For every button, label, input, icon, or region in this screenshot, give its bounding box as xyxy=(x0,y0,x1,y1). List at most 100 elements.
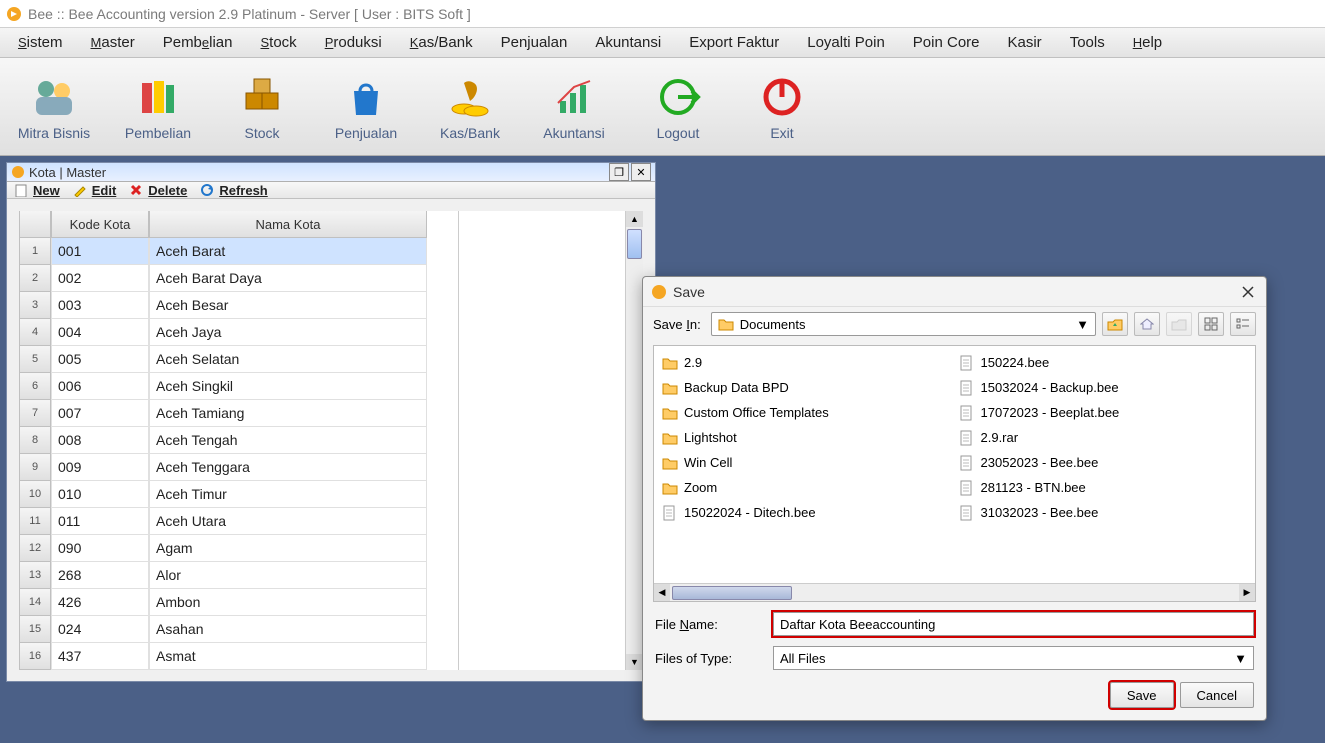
row-header[interactable]: 3 xyxy=(19,292,51,319)
cell-nama[interactable]: Aceh Singkil xyxy=(149,373,427,400)
cell-nama[interactable]: Agam xyxy=(149,535,427,562)
toolbar-exit[interactable]: Exit xyxy=(732,62,832,152)
new-button[interactable]: New xyxy=(13,182,60,198)
row-header[interactable]: 5 xyxy=(19,346,51,373)
toolbar-logout[interactable]: Logout xyxy=(628,62,728,152)
row-header[interactable]: 14 xyxy=(19,589,51,616)
cell-kode[interactable]: 004 xyxy=(51,319,149,346)
scroll-thumb[interactable] xyxy=(627,229,642,259)
col-kode[interactable]: Kode Kota xyxy=(51,211,149,238)
menu-poin-core[interactable]: Poin Core xyxy=(903,30,990,55)
cell-kode[interactable]: 008 xyxy=(51,427,149,454)
cell-nama[interactable]: Aceh Utara xyxy=(149,508,427,535)
cell-kode[interactable]: 437 xyxy=(51,643,149,670)
file-item[interactable]: 15032024 - Backup.bee xyxy=(955,375,1252,400)
save-in-combo[interactable]: Documents ▼ xyxy=(711,312,1096,336)
cell-nama[interactable]: Aceh Timur xyxy=(149,481,427,508)
file-item[interactable]: 31032023 - Bee.bee xyxy=(955,500,1252,525)
toolbar-penjualan[interactable]: Penjualan xyxy=(316,62,416,152)
new-folder-button[interactable] xyxy=(1166,312,1192,336)
row-header[interactable]: 7 xyxy=(19,400,51,427)
cell-kode[interactable]: 090 xyxy=(51,535,149,562)
row-header[interactable]: 6 xyxy=(19,373,51,400)
kota-scrollbar[interactable]: ▲ ▼ xyxy=(625,211,643,670)
row-header[interactable]: 1 xyxy=(19,238,51,265)
file-item[interactable]: 150224.bee xyxy=(955,350,1252,375)
toolbar-pembelian[interactable]: Pembelian xyxy=(108,62,208,152)
save-button[interactable]: Save xyxy=(1110,682,1174,708)
save-dialog-close[interactable] xyxy=(1238,282,1258,302)
file-item[interactable]: 17072023 - Beeplat.bee xyxy=(955,400,1252,425)
file-item[interactable]: 281123 - BTN.bee xyxy=(955,475,1252,500)
row-header[interactable]: 11 xyxy=(19,508,51,535)
row-header[interactable]: 2 xyxy=(19,265,51,292)
cell-kode[interactable]: 005 xyxy=(51,346,149,373)
toolbar-akuntansi[interactable]: Akuntansi xyxy=(524,62,624,152)
view-grid-button[interactable] xyxy=(1198,312,1224,336)
folder-item[interactable]: Lightshot xyxy=(658,425,955,450)
menu-penjualan[interactable]: Penjualan xyxy=(491,30,578,55)
row-header[interactable]: 10 xyxy=(19,481,51,508)
cell-nama[interactable]: Aceh Besar xyxy=(149,292,427,319)
view-list-button[interactable] xyxy=(1230,312,1256,336)
cell-nama[interactable]: Aceh Barat xyxy=(149,238,427,265)
scroll-down-arrow[interactable]: ▼ xyxy=(626,654,643,670)
files-of-type-combo[interactable]: All Files ▼ xyxy=(773,646,1254,670)
menu-pembelian[interactable]: Pembelian xyxy=(153,30,243,55)
scroll-up-arrow[interactable]: ▲ xyxy=(626,211,643,227)
cell-nama[interactable]: Aceh Tenggara xyxy=(149,454,427,481)
hscroll-left-arrow[interactable]: ◀ xyxy=(654,584,670,601)
cell-nama[interactable]: Aceh Selatan xyxy=(149,346,427,373)
folder-item[interactable]: Win Cell xyxy=(658,450,955,475)
cell-nama[interactable]: Asahan xyxy=(149,616,427,643)
cell-nama[interactable]: Asmat xyxy=(149,643,427,670)
file-item[interactable]: 23052023 - Bee.bee xyxy=(955,450,1252,475)
cell-nama[interactable]: Aceh Tamiang xyxy=(149,400,427,427)
menu-master[interactable]: Master xyxy=(81,30,145,55)
row-header[interactable]: 13 xyxy=(19,562,51,589)
menu-kas-bank[interactable]: Kas/Bank xyxy=(400,30,483,55)
row-header[interactable]: 16 xyxy=(19,643,51,670)
col-nama[interactable]: Nama Kota xyxy=(149,211,427,238)
folder-item[interactable]: Custom Office Templates xyxy=(658,400,955,425)
row-header[interactable]: 4 xyxy=(19,319,51,346)
cell-kode[interactable]: 002 xyxy=(51,265,149,292)
toolbar-kas-bank[interactable]: Kas/Bank xyxy=(420,62,520,152)
row-header[interactable]: 12 xyxy=(19,535,51,562)
cell-kode[interactable]: 006 xyxy=(51,373,149,400)
delete-button[interactable]: Delete xyxy=(128,182,187,198)
menu-akuntansi[interactable]: Akuntansi xyxy=(585,30,671,55)
menu-sistem[interactable]: Sistem xyxy=(8,30,73,55)
home-button[interactable] xyxy=(1134,312,1160,336)
folder-item[interactable]: Backup Data BPD xyxy=(658,375,955,400)
kota-window-maximize[interactable]: ❐ xyxy=(609,163,629,181)
row-header[interactable]: 15 xyxy=(19,616,51,643)
menu-produksi[interactable]: Produksi xyxy=(315,30,392,55)
menu-export-faktur[interactable]: Export Faktur xyxy=(679,30,789,55)
cell-nama[interactable]: Aceh Jaya xyxy=(149,319,427,346)
cell-nama[interactable]: Ambon xyxy=(149,589,427,616)
refresh-button[interactable]: Refresh xyxy=(199,182,267,198)
folder-item[interactable]: Zoom xyxy=(658,475,955,500)
menu-help[interactable]: Help xyxy=(1123,30,1172,55)
kota-window-close[interactable]: ✕ xyxy=(631,163,651,181)
cell-nama[interactable]: Aceh Tengah xyxy=(149,427,427,454)
cell-kode[interactable]: 010 xyxy=(51,481,149,508)
file-item[interactable]: 2.9.rar xyxy=(955,425,1252,450)
cell-nama[interactable]: Alor xyxy=(149,562,427,589)
row-header[interactable]: 9 xyxy=(19,454,51,481)
toolbar-stock[interactable]: Stock xyxy=(212,62,312,152)
file-item[interactable]: 15022024 - Ditech.bee xyxy=(658,500,955,525)
row-header[interactable]: 8 xyxy=(19,427,51,454)
file-name-input[interactable]: Daftar Kota Beeaccounting xyxy=(773,612,1254,636)
file-list-hscroll[interactable]: ◀ ▶ xyxy=(654,583,1255,601)
cell-kode[interactable]: 268 xyxy=(51,562,149,589)
cell-kode[interactable]: 011 xyxy=(51,508,149,535)
cell-kode[interactable]: 426 xyxy=(51,589,149,616)
cell-kode[interactable]: 009 xyxy=(51,454,149,481)
cell-kode[interactable]: 007 xyxy=(51,400,149,427)
hscroll-right-arrow[interactable]: ▶ xyxy=(1239,584,1255,601)
menu-stock[interactable]: Stock xyxy=(251,30,307,55)
toolbar-mitra-bisnis[interactable]: Mitra Bisnis xyxy=(4,62,104,152)
kota-window-titlebar[interactable]: Kota | Master ❐ ✕ xyxy=(7,163,655,182)
